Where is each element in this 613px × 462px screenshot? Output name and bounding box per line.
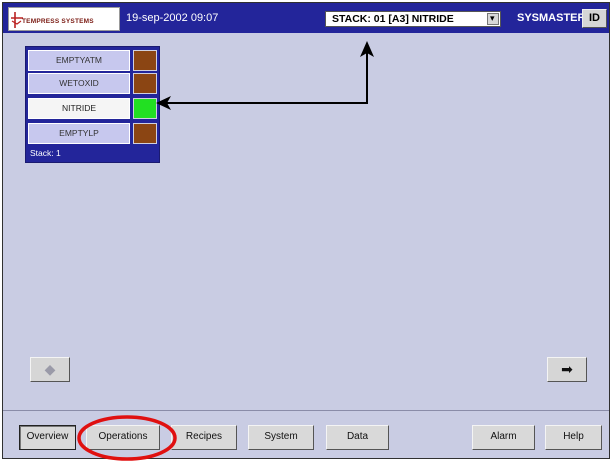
slot-label-emptylp[interactable]: EMPTYLP: [28, 123, 130, 144]
dropdown-button[interactable]: ▾: [487, 13, 499, 25]
logo: TEMPRESS SYSTEMS: [8, 7, 120, 31]
operations-button[interactable]: Operations: [86, 425, 160, 450]
stack-select[interactable]: STACK: 01 [A3] NITRIDE ▾: [325, 11, 501, 27]
alarm-button[interactable]: Alarm: [472, 425, 535, 450]
next-page-button[interactable]: ➡: [547, 357, 587, 382]
slot-label-nitride[interactable]: NITRIDE: [28, 98, 130, 119]
slot-status-emptylp[interactable]: [133, 123, 157, 144]
slot-status-emptyatm[interactable]: [133, 50, 157, 71]
logo-text: TEMPRESS SYSTEMS: [22, 18, 94, 25]
id-button[interactable]: ID: [582, 9, 607, 28]
stack-panel: EMPTYATM WETOXID NITRIDE EMPTYLP Stack: …: [25, 46, 160, 163]
overview-button[interactable]: Overview: [19, 425, 76, 450]
slot-status-nitride[interactable]: [133, 98, 157, 119]
help-button[interactable]: Help: [545, 425, 602, 450]
recipes-button[interactable]: Recipes: [171, 425, 237, 450]
stack-caption: Stack: 1: [30, 148, 61, 158]
datetime: 19-sep-2002 09:07: [126, 12, 219, 24]
slot-label-wetoxid[interactable]: WETOXID: [28, 73, 130, 94]
app-window: TEMPRESS SYSTEMS 19-sep-2002 09:07 STACK…: [2, 2, 610, 459]
stack-select-value: STACK: 01 [A3] NITRIDE: [332, 13, 454, 25]
user-name: SYSMASTER: [517, 12, 586, 24]
chevron-down-icon: ▾: [490, 13, 495, 23]
slot-status-wetoxid[interactable]: [133, 73, 157, 94]
header-bar: TEMPRESS SYSTEMS 19-sep-2002 09:07 STACK…: [3, 3, 609, 33]
arrow-right-icon: ➡: [561, 361, 573, 377]
bottom-toolbar: Overview Operations Recipes System Data …: [3, 410, 609, 458]
system-button[interactable]: System: [248, 425, 314, 450]
data-button[interactable]: Data: [326, 425, 389, 450]
arrow-left-icon: ◆: [44, 361, 56, 377]
previous-page-button[interactable]: ◆: [30, 357, 70, 382]
slot-label-emptyatm[interactable]: EMPTYATM: [28, 50, 130, 71]
